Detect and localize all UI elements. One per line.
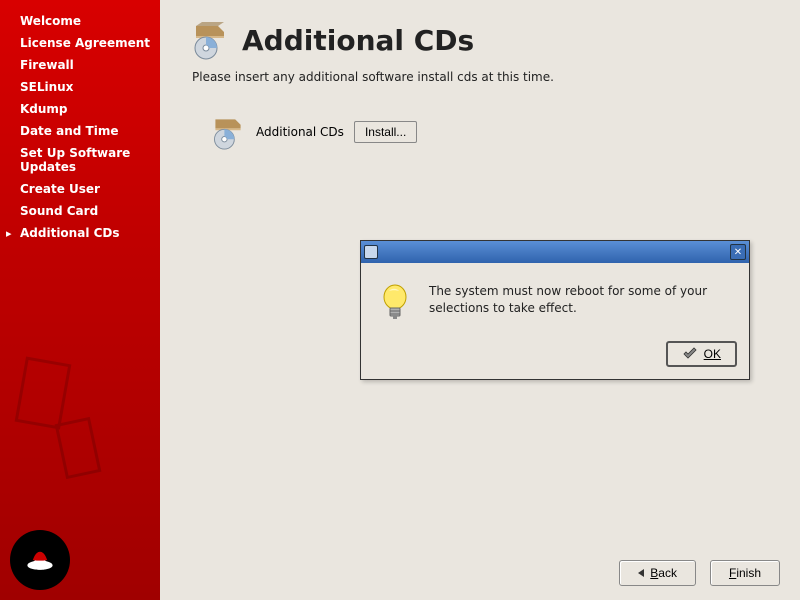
ok-button[interactable]: OK: [666, 341, 737, 367]
footer-buttons: Back Finish: [619, 560, 780, 586]
cd-row-label: Additional CDs: [256, 125, 344, 139]
arrow-left-icon: [638, 569, 644, 577]
redhat-logo: [10, 530, 70, 590]
title-row: Additional CDs: [190, 20, 770, 60]
sidebar-item-welcome[interactable]: Welcome: [0, 10, 160, 32]
sidebar-item-label: Additional CDs: [20, 226, 120, 240]
back-button[interactable]: Back: [619, 560, 696, 586]
additional-cds-row: Additional CDs Install...: [210, 114, 770, 150]
decorative-background: [0, 320, 160, 520]
dialog-message: The system must now reboot for some of y…: [429, 283, 731, 317]
sidebar-item-label: Create User: [20, 182, 100, 196]
sidebar-item-kdump[interactable]: Kdump: [0, 98, 160, 120]
main-content: Additional CDs Please insert any additio…: [160, 0, 800, 600]
sidebar-item-label: Date and Time: [20, 124, 118, 138]
sidebar-item-firewall[interactable]: Firewall: [0, 54, 160, 76]
sidebar-item-label: Welcome: [20, 14, 81, 28]
sidebar-item-additional-cds[interactable]: Additional CDs: [0, 222, 160, 244]
dialog-titlebar[interactable]: ✕: [361, 241, 749, 263]
apply-icon: [682, 346, 698, 362]
fedora-hat-icon: [22, 542, 58, 578]
ok-label: OK: [704, 347, 721, 361]
sidebar: Welcome License Agreement Firewall SELin…: [0, 0, 160, 600]
cd-box-small-icon: [210, 114, 246, 150]
sidebar-item-license-agreement[interactable]: License Agreement: [0, 32, 160, 54]
install-button[interactable]: Install...: [354, 121, 417, 143]
sidebar-item-date-and-time[interactable]: Date and Time: [0, 120, 160, 142]
dialog-body: The system must now reboot for some of y…: [361, 263, 749, 335]
sidebar-item-label: Set Up Software Updates: [20, 146, 150, 174]
sidebar-item-sound-card[interactable]: Sound Card: [0, 200, 160, 222]
finish-button[interactable]: Finish: [710, 560, 780, 586]
sidebar-item-software-updates[interactable]: Set Up Software Updates: [0, 142, 160, 178]
sidebar-item-label: License Agreement: [20, 36, 150, 50]
cd-box-icon: [190, 20, 230, 60]
setup-wizard-window: Welcome License Agreement Firewall SELin…: [0, 0, 800, 600]
dialog-menu-icon[interactable]: [364, 245, 378, 259]
instruction-text: Please insert any additional software in…: [192, 70, 770, 84]
sidebar-item-label: Firewall: [20, 58, 74, 72]
sidebar-item-label: Kdump: [20, 102, 68, 116]
sidebar-item-selinux[interactable]: SELinux: [0, 76, 160, 98]
back-label: Back: [650, 566, 677, 580]
close-icon[interactable]: ✕: [730, 244, 746, 260]
lightbulb-icon: [379, 283, 411, 323]
page-title: Additional CDs: [242, 24, 474, 57]
sidebar-item-label: Sound Card: [20, 204, 98, 218]
sidebar-item-create-user[interactable]: Create User: [0, 178, 160, 200]
sidebar-item-label: SELinux: [20, 80, 73, 94]
finish-label: Finish: [729, 566, 761, 580]
reboot-dialog: ✕ The system must now reboot for some of…: [360, 240, 750, 380]
dialog-footer: OK: [361, 335, 749, 379]
